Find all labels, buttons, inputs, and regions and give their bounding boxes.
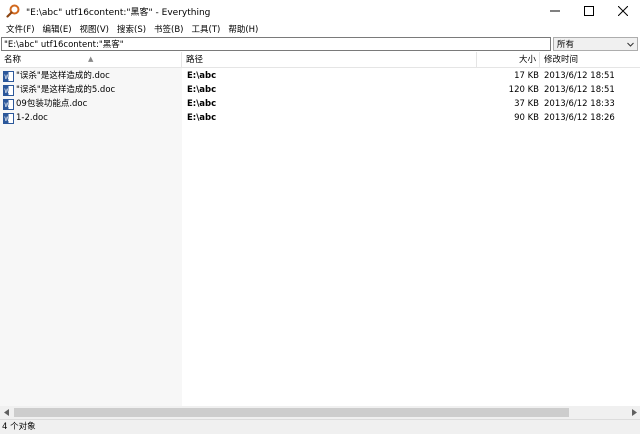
column-header-modified[interactable]: 修改时间 bbox=[540, 52, 640, 68]
table-row[interactable]: W "误杀"是这样造成的.doc E:\abc 17 KB 2013/6/12 … bbox=[0, 69, 640, 83]
menu-search[interactable]: 搜索(S) bbox=[113, 23, 150, 35]
results-list: 名称 ▲ 路径 大小 修改时间 W "误杀"是这样造成的.doc E:\abc … bbox=[0, 52, 640, 406]
word-doc-icon: W bbox=[3, 99, 14, 110]
close-icon bbox=[618, 6, 628, 16]
file-name: "误杀"是这样造成的5.doc bbox=[16, 85, 116, 95]
column-header-path[interactable]: 路径 bbox=[182, 52, 477, 68]
horizontal-scrollbar[interactable] bbox=[0, 406, 640, 419]
file-name: "误杀"是这样造成的.doc bbox=[16, 71, 110, 81]
filter-dropdown[interactable]: 所有 bbox=[553, 37, 638, 51]
window-title: "E:\abc" utf16content:"黑客" - Everything bbox=[26, 7, 211, 18]
file-modified: 2013/6/12 18:51 bbox=[544, 85, 615, 95]
menu-edit[interactable]: 编辑(E) bbox=[39, 23, 76, 35]
svg-text:W: W bbox=[4, 74, 10, 81]
search-row: 所有 bbox=[0, 36, 640, 52]
file-size: 120 KB bbox=[508, 85, 539, 95]
menu-bar: 文件(F) 编辑(E) 视图(V) 搜索(S) 书签(B) 工具(T) 帮助(H… bbox=[0, 22, 640, 36]
sort-ascending-icon: ▲ bbox=[88, 55, 94, 63]
table-row[interactable]: W "误杀"是这样造成的5.doc E:\abc 120 KB 2013/6/1… bbox=[0, 83, 640, 97]
table-row[interactable]: W 1-2.doc E:\abc 90 KB 2013/6/12 18:26 bbox=[0, 111, 640, 125]
file-size: 17 KB bbox=[514, 71, 539, 81]
svg-text:W: W bbox=[4, 88, 10, 95]
file-size: 90 KB bbox=[514, 113, 539, 123]
arrow-left-icon bbox=[3, 409, 9, 416]
chevron-down-icon bbox=[627, 42, 634, 47]
svg-text:W: W bbox=[4, 102, 10, 109]
arrow-right-icon bbox=[631, 409, 637, 416]
column-header-size[interactable]: 大小 bbox=[477, 52, 540, 68]
word-doc-icon: W bbox=[3, 85, 14, 96]
table-row[interactable]: W 09包装功能点.doc E:\abc 37 KB 2013/6/12 18:… bbox=[0, 97, 640, 111]
file-name: 09包装功能点.doc bbox=[16, 99, 88, 109]
svg-text:W: W bbox=[4, 116, 10, 123]
menu-file[interactable]: 文件(F) bbox=[2, 23, 39, 35]
magnifier-icon bbox=[6, 4, 20, 18]
word-doc-icon: W bbox=[3, 113, 14, 124]
file-path: E:\abc bbox=[187, 71, 217, 81]
file-modified: 2013/6/12 18:26 bbox=[544, 113, 615, 123]
file-path: E:\abc bbox=[187, 99, 217, 109]
list-header: 名称 ▲ 路径 大小 修改时间 bbox=[0, 52, 640, 68]
scroll-left-button[interactable] bbox=[0, 406, 13, 419]
file-name: 1-2.doc bbox=[16, 113, 48, 123]
menu-view[interactable]: 视图(V) bbox=[76, 23, 113, 35]
file-modified: 2013/6/12 18:33 bbox=[544, 99, 615, 109]
scroll-right-button[interactable] bbox=[627, 406, 640, 419]
minimize-button[interactable] bbox=[538, 0, 572, 22]
maximize-button[interactable] bbox=[572, 0, 606, 22]
column-header-name[interactable]: 名称 ▲ bbox=[0, 52, 182, 68]
minimize-icon bbox=[550, 10, 560, 12]
file-modified: 2013/6/12 18:51 bbox=[544, 71, 615, 81]
search-input[interactable] bbox=[1, 37, 551, 51]
object-count: 4 个对象 bbox=[2, 422, 36, 432]
file-path: E:\abc bbox=[187, 85, 217, 95]
menu-tools[interactable]: 工具(T) bbox=[188, 23, 225, 35]
status-bar: 4 个对象 bbox=[0, 419, 640, 434]
word-doc-icon: W bbox=[3, 71, 14, 82]
file-size: 37 KB bbox=[514, 99, 539, 109]
scrollbar-thumb[interactable] bbox=[14, 408, 569, 417]
filter-value: 所有 bbox=[557, 40, 575, 50]
file-path: E:\abc bbox=[187, 113, 217, 123]
maximize-icon bbox=[584, 6, 594, 16]
menu-help[interactable]: 帮助(H) bbox=[224, 23, 262, 35]
menu-bookmarks[interactable]: 书签(B) bbox=[150, 23, 187, 35]
title-bar: "E:\abc" utf16content:"黑客" - Everything bbox=[0, 0, 640, 22]
close-button[interactable] bbox=[606, 0, 640, 22]
